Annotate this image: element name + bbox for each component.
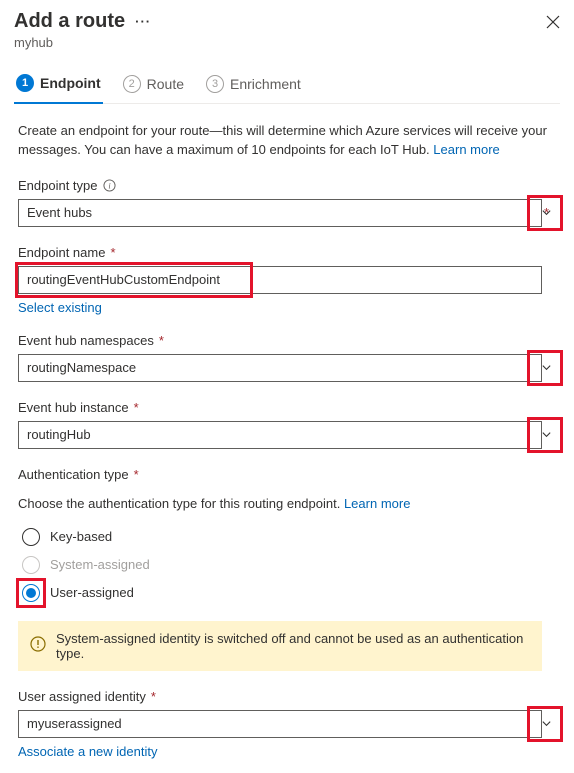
- user-identity-label: User assigned identity *: [18, 689, 560, 704]
- chevron-down-icon[interactable]: [532, 199, 560, 227]
- step-number: 2: [123, 75, 141, 93]
- required-indicator: *: [134, 400, 139, 415]
- select-value: routingNamespace: [27, 360, 136, 375]
- label-text: Authentication type: [18, 467, 129, 482]
- radio-icon: [22, 528, 40, 546]
- label-text: User assigned identity: [18, 689, 146, 704]
- associate-identity-link[interactable]: Associate a new identity: [18, 744, 157, 759]
- select-value: myuserassigned: [27, 716, 122, 731]
- tab-label: Enrichment: [230, 76, 301, 92]
- radio-label: System-assigned: [50, 557, 150, 572]
- input-value: routingEventHubCustomEndpoint: [27, 272, 220, 287]
- auth-type-label: Authentication type *: [18, 467, 560, 482]
- auth-description: Choose the authentication type for this …: [18, 496, 560, 511]
- desc-text: Choose the authentication type for this …: [18, 496, 344, 511]
- tab-route[interactable]: 2 Route: [121, 68, 186, 103]
- select-value: routingHub: [27, 427, 91, 442]
- more-icon[interactable]: ···: [135, 14, 151, 29]
- chevron-down-icon[interactable]: [532, 354, 560, 382]
- radio-key-based[interactable]: Key-based: [22, 523, 560, 551]
- radio-user-assigned[interactable]: User-assigned: [22, 579, 560, 607]
- endpoint-type-select[interactable]: Event hubs: [18, 199, 542, 227]
- tab-endpoint[interactable]: 1 Endpoint: [14, 68, 103, 104]
- namespaces-select[interactable]: routingNamespace: [18, 354, 542, 382]
- endpoint-name-input[interactable]: routingEventHubCustomEndpoint: [18, 266, 542, 294]
- step-number: 1: [16, 74, 34, 92]
- instance-label: Event hub instance *: [18, 400, 560, 415]
- endpoint-type-label: Endpoint type i: [18, 178, 560, 193]
- chevron-down-icon[interactable]: [532, 710, 560, 738]
- required-indicator: *: [134, 467, 139, 482]
- tab-label: Endpoint: [40, 75, 101, 91]
- required-indicator: *: [159, 333, 164, 348]
- info-banner: System-assigned identity is switched off…: [18, 621, 542, 671]
- close-icon[interactable]: [546, 15, 560, 29]
- tab-enrichment[interactable]: 3 Enrichment: [204, 68, 303, 103]
- required-indicator: *: [110, 245, 115, 260]
- radio-icon: [22, 584, 40, 602]
- info-icon[interactable]: i: [103, 179, 116, 192]
- tab-label: Route: [147, 76, 184, 92]
- chevron-down-icon[interactable]: [532, 421, 560, 449]
- hub-name: myhub: [14, 35, 560, 50]
- banner-text: System-assigned identity is switched off…: [56, 631, 530, 661]
- user-identity-select[interactable]: myuserassigned: [18, 710, 542, 738]
- page-title: Add a route: [14, 10, 125, 33]
- endpoint-name-label: Endpoint name *: [18, 245, 560, 260]
- label-text: Event hub instance: [18, 400, 129, 415]
- instance-select[interactable]: routingHub: [18, 421, 542, 449]
- label-text: Endpoint type: [18, 178, 98, 193]
- wizard-tabs: 1 Endpoint 2 Route 3 Enrichment: [14, 68, 560, 104]
- intro-text: Create an endpoint for your route—this w…: [18, 122, 560, 160]
- required-indicator: *: [151, 689, 156, 704]
- learn-more-link[interactable]: Learn more: [433, 142, 499, 157]
- radio-label: User-assigned: [50, 585, 134, 600]
- select-existing-link[interactable]: Select existing: [18, 300, 102, 315]
- label-text: Event hub namespaces: [18, 333, 154, 348]
- warning-icon: [30, 636, 46, 655]
- select-value: Event hubs: [27, 205, 92, 220]
- label-text: Endpoint name: [18, 245, 105, 260]
- radio-system-assigned: System-assigned: [22, 551, 560, 579]
- radio-label: Key-based: [50, 529, 112, 544]
- learn-more-link[interactable]: Learn more: [344, 496, 410, 511]
- radio-icon: [22, 556, 40, 574]
- namespaces-label: Event hub namespaces *: [18, 333, 560, 348]
- step-number: 3: [206, 75, 224, 93]
- svg-text:i: i: [108, 181, 111, 190]
